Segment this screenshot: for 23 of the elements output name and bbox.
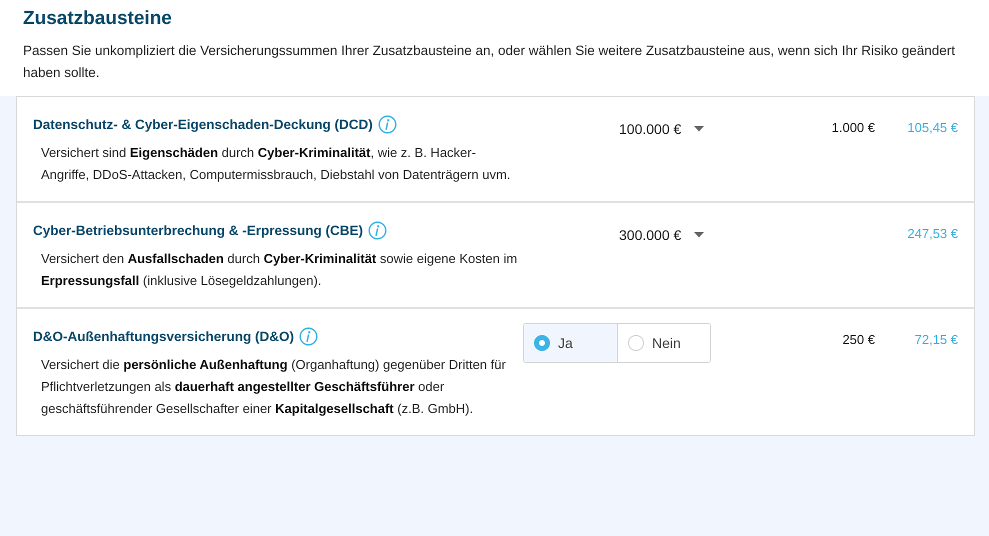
module-description: Versichert sind Eigenschäden durch Cyber-Kriminalität, wie z. B. Hacker-Angriffe, DDoS-Attacken, Computermissbrauch, Diebstahl von Datenträgern uvm. [41,144,512,184]
info-icon[interactable] [368,221,388,240]
price-amount: 72,15 € [914,332,958,347]
module-title: D&O-Außenhaftungsversicherung (D&O) [33,329,294,344]
price-amount: 105,45 € [907,120,958,135]
module-description: Erpressungsfall (inklusive Lösegeldzahlungen). [41,272,322,290]
intro-text: Passen Sie unkompliziert die Versicherungssummen Ihrer Zusatzbausteine an, oder wählen Sie weitere Zusatzbausteine aus, wenn sich Ihr Risiko geändert haben sollte. [23,42,956,82]
radio-option[interactable]: Nein [617,324,710,362]
module-title: Datenschutz- & Cyber-Eigenschaden-Deckung (DCD) [33,117,373,132]
radio-option[interactable]: Ja [524,324,617,362]
sum-dropdown[interactable]: 300.000 € [619,225,704,245]
deductible-amount: 1.000 € [832,120,875,135]
caret-icon [694,232,704,238]
sum-dropdown[interactable]: 100.000 € [619,119,704,139]
info-icon[interactable] [378,115,397,134]
deductible-amount: 250 € [842,332,875,347]
module-title: Cyber-Betriebsunterbrechung & -Erpressung (CBE) [33,223,364,238]
section-heading: Zusatzbausteine [23,8,173,30]
caret-icon [694,126,704,132]
info-icon[interactable] [299,327,318,346]
price-amount: 247,53 € [907,226,958,241]
module-description: Versichert die persönliche Außenhaftung (Organhaftung) gegenüber Dritten für Pflichtverletzungen als dauerhaft angestellter Geschäftsführer oder geschäftsführender Gesellschafter einer Kapitalgesellschaft (z.B. GmbH). [41,356,507,418]
module-description: Versichert den Ausfallschaden durch Cyber-Kriminalität sowie eigene Kosten im [41,250,518,268]
